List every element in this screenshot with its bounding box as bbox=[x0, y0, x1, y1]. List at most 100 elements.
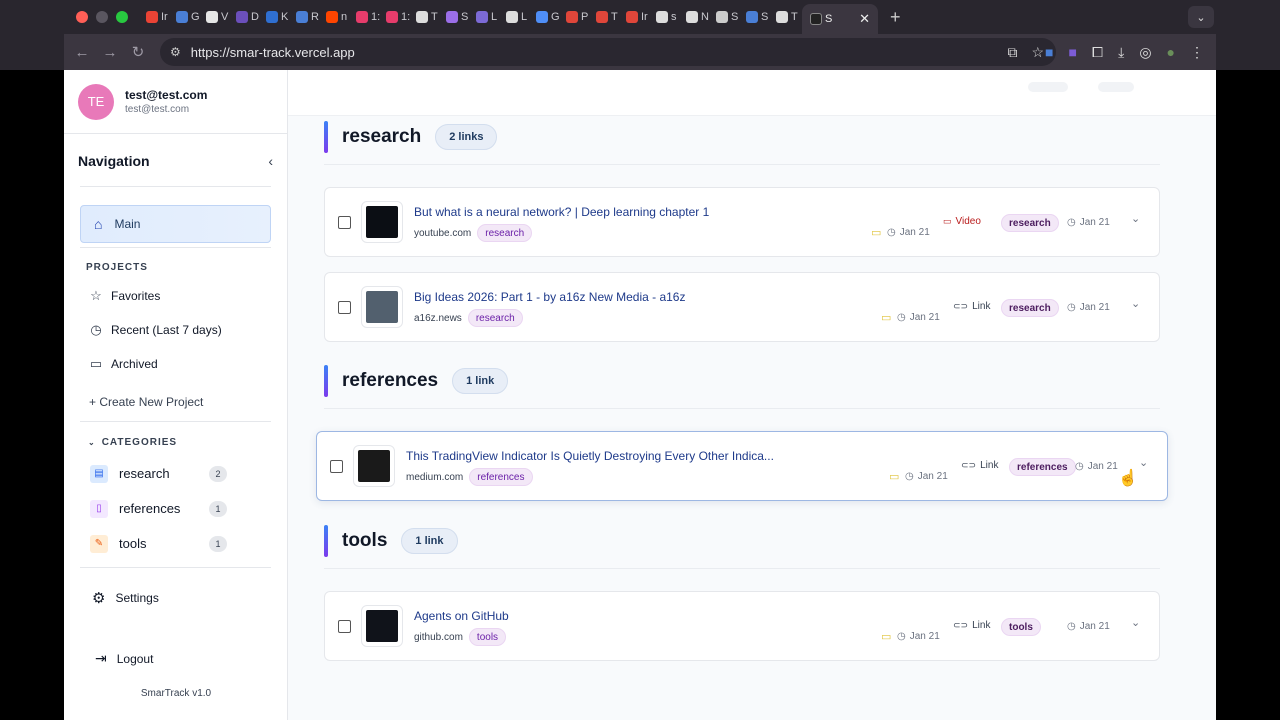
sidebar-item-main[interactable]: ⌂ Main bbox=[80, 205, 271, 243]
select-checkbox[interactable] bbox=[338, 619, 351, 633]
select-checkbox[interactable] bbox=[338, 215, 351, 229]
topbar-control[interactable] bbox=[1028, 82, 1068, 92]
browser-tab[interactable]: S bbox=[742, 4, 772, 30]
category-tag[interactable]: research bbox=[467, 309, 523, 327]
section-references: references 1 link bbox=[324, 364, 1160, 409]
link-count-badge: 2 links bbox=[435, 124, 498, 150]
forward-icon[interactable]: → bbox=[96, 44, 124, 61]
menu-icon[interactable]: ⋮ bbox=[1190, 44, 1204, 61]
sidebar-item-settings[interactable]: ⚙ Settings bbox=[64, 578, 287, 618]
sidebar-item-project[interactable]: ▭ Archived bbox=[64, 347, 287, 381]
address-bar[interactable]: ⚙ https://smar-track.vercel.app ⧉ ☆ bbox=[160, 38, 1056, 66]
performance-icon[interactable]: ◎ bbox=[1139, 44, 1151, 61]
browser-tab[interactable]: n bbox=[322, 4, 352, 30]
browser-tab[interactable]: S bbox=[442, 4, 472, 30]
category-tag[interactable]: research bbox=[477, 224, 533, 242]
browser-tab[interactable]: L bbox=[502, 4, 532, 30]
chevron-down-icon[interactable]: ⌄ bbox=[1131, 297, 1140, 310]
added-date-text: Jan 21 bbox=[909, 631, 940, 642]
category-tag[interactable]: references bbox=[469, 468, 533, 486]
link-card[interactable]: But what is a neural network? | Deep lea… bbox=[324, 187, 1160, 257]
reload-icon[interactable]: ↻ bbox=[124, 43, 152, 61]
user-name: test@test.com bbox=[125, 88, 208, 102]
select-checkbox[interactable] bbox=[338, 300, 351, 314]
browser-tab[interactable]: V bbox=[202, 4, 232, 30]
back-icon[interactable]: ← bbox=[68, 44, 96, 61]
sidebar: TE test@test.com test@test.com Navigatio… bbox=[64, 70, 288, 720]
browser-tab[interactable]: s bbox=[652, 4, 682, 30]
settings-label: Settings bbox=[115, 591, 159, 605]
browser-tab[interactable]: 1: bbox=[352, 4, 382, 30]
chevron-down-icon[interactable]: ⌄ bbox=[1131, 212, 1140, 225]
category-tag[interactable]: tools bbox=[468, 628, 507, 646]
categories-heading[interactable]: ⌄ CATEGORIES bbox=[64, 428, 287, 456]
link-title[interactable]: This TradingView Indicator Is Quietly De… bbox=[406, 449, 774, 463]
category-badge[interactable]: research bbox=[1001, 299, 1059, 317]
browser-tab[interactable]: T bbox=[772, 4, 802, 30]
sidebar-item-category[interactable]: ▯ references 1 bbox=[64, 491, 287, 526]
sidebar-item-category[interactable]: ▤ research 2 bbox=[64, 456, 287, 491]
clock-icon: ◷ bbox=[1067, 217, 1076, 228]
link-title[interactable]: Big Ideas 2026: Part 1 - by a16z New Med… bbox=[414, 290, 685, 304]
browser-tab[interactable]: T bbox=[412, 4, 442, 30]
link-card[interactable]: Big Ideas 2026: Part 1 - by a16z New Med… bbox=[324, 272, 1160, 342]
active-tab[interactable]: S ✕ bbox=[802, 4, 878, 34]
category-badge[interactable]: research bbox=[1001, 214, 1059, 232]
close-tab-icon[interactable]: ✕ bbox=[859, 11, 870, 27]
home-icon: ⌂ bbox=[94, 216, 103, 232]
sidebar-item-project[interactable]: ◷ Recent (Last 7 days) bbox=[64, 313, 287, 347]
tab-search-button[interactable]: ⌄ bbox=[1188, 6, 1214, 28]
category-badge[interactable]: references bbox=[1009, 458, 1076, 476]
section-accent-bar bbox=[324, 121, 328, 153]
sidebar-item-project[interactable]: ☆ Favorites bbox=[64, 279, 287, 313]
minimize-window-button[interactable] bbox=[96, 11, 108, 23]
browser-tab[interactable]: N bbox=[682, 4, 712, 30]
browser-tab[interactable]: Ir bbox=[622, 4, 652, 30]
link-card[interactable]: Agents on GitHub github.com tools ▭ ◷ Jan 21 ⊂… bbox=[324, 591, 1160, 661]
tab-label: n bbox=[341, 11, 348, 23]
logout-button[interactable]: ⇥ Logout bbox=[95, 650, 153, 667]
sidebar-item-category[interactable]: ✎ tools 1 bbox=[64, 526, 287, 561]
create-project-button[interactable]: + Create New Project bbox=[64, 387, 287, 417]
collapse-sidebar-icon[interactable]: ‹ bbox=[268, 153, 273, 169]
browser-tab[interactable]: L bbox=[472, 4, 502, 30]
browser-tab[interactable]: S bbox=[712, 4, 742, 30]
puzzle-icon[interactable]: ⧠ bbox=[1092, 44, 1103, 61]
chevron-down-icon[interactable]: ⌄ bbox=[1139, 456, 1148, 469]
browser-tab[interactable]: G bbox=[532, 4, 562, 30]
browser-tab[interactable]: Ir bbox=[142, 4, 172, 30]
tab-label: s bbox=[671, 11, 677, 23]
link-card[interactable]: This TradingView Indicator Is Quietly De… bbox=[316, 431, 1168, 501]
select-checkbox[interactable] bbox=[330, 459, 343, 473]
browser-tab[interactable]: 1: bbox=[382, 4, 412, 30]
translate-icon[interactable]: ■ bbox=[1045, 44, 1053, 61]
tab-favicon-icon bbox=[236, 11, 248, 23]
install-app-icon[interactable]: ⧉ bbox=[1007, 44, 1017, 61]
browser-tab[interactable]: K bbox=[262, 4, 292, 30]
browser-tab[interactable]: P bbox=[562, 4, 592, 30]
browser-tab[interactable]: T bbox=[592, 4, 622, 30]
maximize-window-button[interactable] bbox=[116, 11, 128, 23]
profile-icon[interactable]: ● bbox=[1167, 44, 1175, 61]
link-title[interactable]: Agents on GitHub bbox=[414, 609, 509, 623]
browser-tab[interactable]: G bbox=[172, 4, 202, 30]
chevron-down-icon[interactable]: ⌄ bbox=[1131, 616, 1140, 629]
new-tab-button[interactable]: + bbox=[890, 7, 901, 28]
added-date: ◷ Jan 21 bbox=[897, 631, 940, 642]
user-profile[interactable]: TE test@test.com test@test.com bbox=[64, 70, 287, 134]
tab-favicon-icon bbox=[146, 11, 158, 23]
link-title[interactable]: But what is a neural network? | Deep lea… bbox=[414, 205, 709, 219]
folder-icon: ▭ bbox=[871, 227, 882, 239]
browser-tab[interactable]: R bbox=[292, 4, 322, 30]
site-info-icon[interactable]: ⚙ bbox=[170, 45, 181, 59]
thumbnail-image bbox=[366, 610, 398, 642]
extension-icon[interactable]: ■ bbox=[1068, 44, 1076, 61]
sidebar-item-label: Recent (Last 7 days) bbox=[111, 323, 222, 337]
category-badge[interactable]: tools bbox=[1001, 618, 1041, 636]
clock-icon: ◷ bbox=[1067, 302, 1076, 313]
browser-tab[interactable]: D bbox=[232, 4, 262, 30]
topbar-control[interactable] bbox=[1098, 82, 1134, 92]
close-window-button[interactable] bbox=[76, 11, 88, 23]
bookmark-star-icon[interactable]: ☆ bbox=[1031, 44, 1044, 61]
download-icon[interactable]: ⤓ bbox=[1118, 44, 1124, 61]
